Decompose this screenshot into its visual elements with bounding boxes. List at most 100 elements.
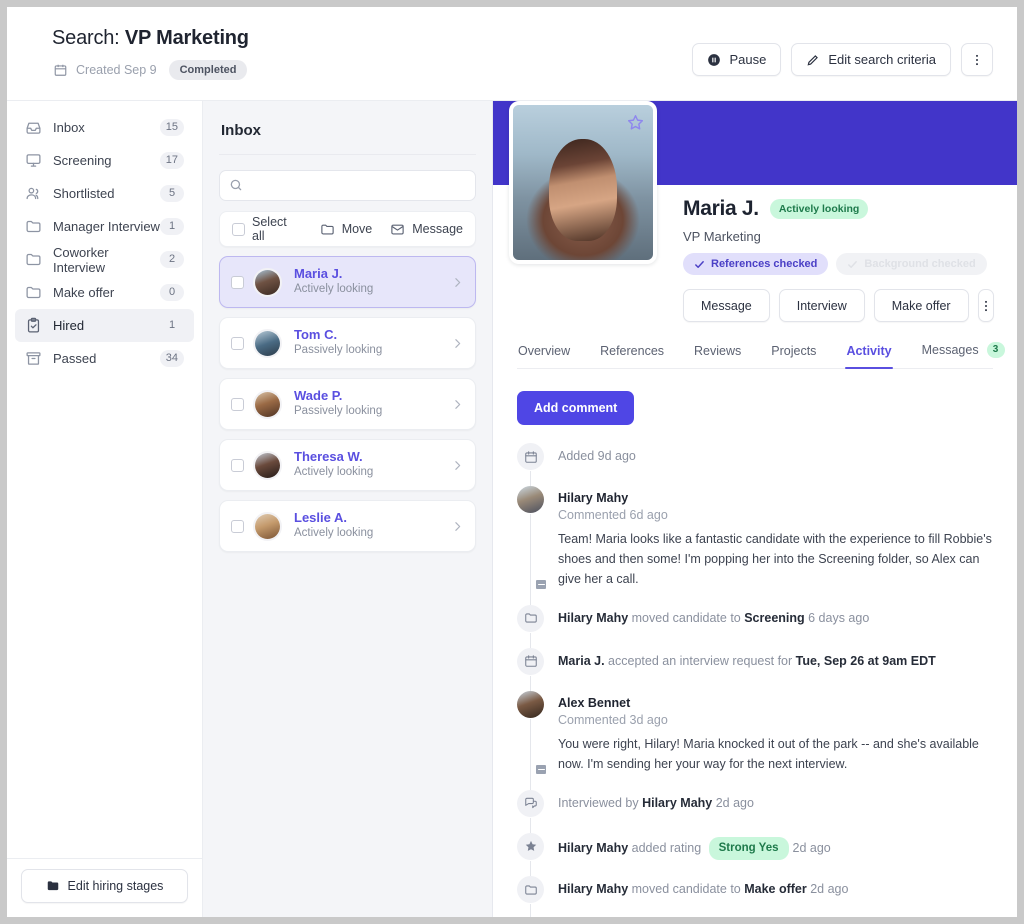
activity-line: Hilary Mahy moved candidate to Make offe… [558,880,993,899]
candidate-cards: Maria J. Actively looking Tom C. Passively … [219,256,476,552]
sidebar-item-coworker-interview[interactable]: Coworker Interview 2 [15,243,194,276]
interview-button[interactable]: Interview [778,289,865,322]
activity-line: Maria J. accepted an interview request f… [558,652,993,671]
sidebar: Inbox 15 Screening 17 Shortlisted 5 Manager In… [7,101,203,917]
tab-label: Messages [921,343,979,357]
profile-more-menu-button[interactable] [977,289,994,322]
candidate-text: Theresa W. Actively looking [294,449,451,481]
avatar [517,690,544,718]
chat-icon [517,789,544,817]
tab-activity[interactable]: Activity [845,344,893,369]
star-icon [525,841,536,852]
candidate-card[interactable]: Theresa W. Actively looking [219,439,476,491]
archive-icon [26,352,41,365]
activity-icon-wrap [517,443,544,470]
activity-icon-wrap [517,832,544,860]
search-input[interactable] [219,170,476,201]
message-button[interactable]: Message [683,289,770,322]
candidate-status: Actively looking [294,527,374,540]
sidebar-item-count: 34 [159,350,184,367]
tab-messages[interactable]: Messages 3 [921,342,1006,368]
sidebar-item-hired[interactable]: Hired 1 [15,309,194,342]
sidebar-item-shortlisted[interactable]: Shortlisted 5 [15,177,194,210]
activity-body: Hilary Mahy moved candidate to Make offe… [544,876,993,903]
candidate-card[interactable]: Wade P. Passively looking [219,378,476,430]
sidebar-item-manager-interview[interactable]: Manager Interview 1 [15,210,194,243]
activity-text-part: Added 9d ago [558,449,636,463]
star-icon[interactable] [626,113,645,132]
comment-text: You were right, Hilary! Maria knocked it… [558,736,979,771]
tab-overview[interactable]: Overview [517,344,571,368]
candidate-detail-pane: Maria J. Actively looking VP Marketing R… [493,101,1017,917]
candidate-checkbox[interactable] [231,519,244,533]
monitor-icon [26,154,41,167]
candidate-text: Leslie A. Actively looking [294,510,451,542]
created-date: Created Sep 9 [76,63,157,77]
pause-button[interactable]: Pause [692,43,782,76]
activity-body: Hilary Mahy added rating Strong Yes 2d ag… [544,833,993,860]
chevron-right-icon[interactable] [451,398,464,411]
calendar-icon [517,647,544,675]
activity-text-part: Hilary Mahy [558,840,629,855]
candidate-checkbox[interactable] [231,458,244,472]
edit-hiring-stages-button[interactable]: Edit hiring stages [21,869,188,903]
pause-icon [708,53,721,66]
sidebar-item-passed[interactable]: Passed 34 [15,342,194,375]
chat-icon [524,798,537,809]
profile-actions: Message Interview Make offer [683,289,994,322]
select-all-checkbox[interactable] [232,222,245,236]
comment-text: Team! Maria looks like a fantastic candi… [558,531,992,586]
candidate-checkbox[interactable] [231,275,244,289]
select-all-control[interactable]: Select all [232,215,302,243]
make-offer-button[interactable]: Make offer [873,289,969,322]
pause-label: Pause [729,52,767,67]
profile-tabs: Overview References Reviews Projects Activit… [517,342,1005,369]
tab-badge: 3 [986,342,1005,358]
edit-search-criteria-button[interactable]: Edit search criteria [791,43,951,76]
chevron-right-icon[interactable] [451,337,464,350]
folder-icon [321,224,334,234]
message-bulk-button[interactable]: Message [390,222,463,237]
activity-item: Added 9d ago [517,443,993,486]
activity-item: Alex Bennet Commented 3d ago You were righ… [517,690,993,790]
chevron-right-icon[interactable] [451,276,464,289]
header-actions: Pause Edit search criteria [692,43,993,76]
activity-timeline: Added 9d ago Hilary Mahy Commented 6d ago T… [517,443,993,917]
candidate-text: Wade P. Passively looking [294,388,451,420]
activity-text-part: Interviewed by [558,795,643,810]
tab-label: Overview [518,344,571,358]
chevron-right-icon[interactable] [451,459,464,472]
candidate-checkbox[interactable] [231,336,244,350]
folder-icon [517,604,544,632]
rating-badge: Strong Yes [708,836,789,860]
add-comment-button[interactable]: Add comment [517,391,635,425]
candidate-checkbox[interactable] [231,397,244,411]
candidate-card[interactable]: Maria J. Actively looking [219,256,476,308]
candidate-card[interactable]: Leslie A. Actively looking [219,500,476,552]
check-icon [848,260,858,268]
sidebar-item-screening[interactable]: Screening 17 [15,144,194,177]
tab-projects[interactable]: Projects [770,344,817,368]
activity-text-part: 2d ago [712,795,754,810]
calendar-icon [524,450,537,463]
tab-references[interactable]: References [599,344,665,368]
tab-reviews[interactable]: Reviews [693,344,742,368]
header-more-menu-button[interactable] [961,43,993,76]
activity-body: Alex Bennet Commented 3d ago You were righ… [544,691,993,774]
sidebar-item-inbox[interactable]: Inbox 15 [15,111,194,144]
sidebar-item-make-offer[interactable]: Make offer 0 [15,276,194,309]
profile-verification-pills: References checked Background checked [683,253,993,275]
sidebar-footer: Edit hiring stages [7,858,202,917]
sidebar-item-label: Passed [53,351,97,366]
candidate-card[interactable]: Tom C. Passively looking [219,317,476,369]
comment-timestamp: Commented 6d ago [558,507,668,522]
star-icon [517,832,544,860]
avatar [253,450,282,480]
candidate-status: Passively looking [294,405,383,418]
activity-line: Interviewed by Hilary Mahy 2d ago [558,794,993,813]
comment-bubble-icon [534,577,548,591]
move-button[interactable]: Move [320,222,372,237]
folder-icon [47,881,58,891]
chevron-right-icon[interactable] [451,520,464,533]
more-vertical-icon [976,54,978,65]
